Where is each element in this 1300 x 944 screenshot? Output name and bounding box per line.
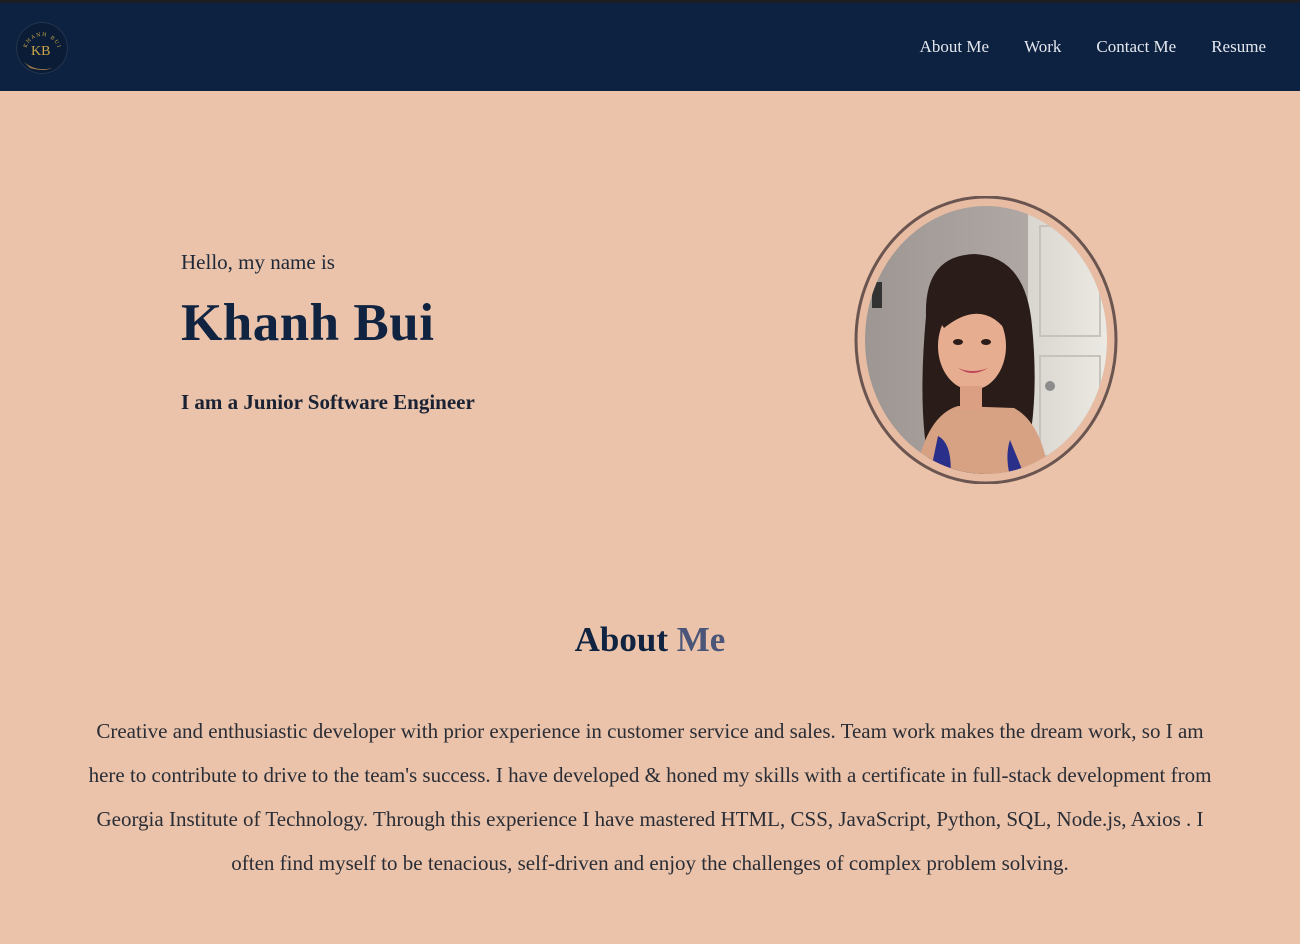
nav-link-work[interactable]: Work	[1024, 37, 1061, 57]
about-heading-main: About	[574, 620, 669, 659]
nav-link-resume[interactable]: Resume	[1211, 37, 1266, 57]
about-paragraph: Creative and enthusiastic developer with…	[88, 719, 1212, 875]
hero-greeting: Hello, my name is	[181, 250, 335, 274]
nav-link-about-me[interactable]: About Me	[920, 37, 989, 57]
about-heading-accent: Me	[676, 620, 726, 659]
nav-links: About Me Work Contact Me Resume	[920, 3, 1300, 91]
profile-photo	[854, 195, 1118, 485]
hero-role: I am a Junior Software Engineer	[181, 390, 475, 414]
nav-link-contact-me[interactable]: Contact Me	[1096, 37, 1176, 57]
hero-name: Khanh Bui	[181, 294, 435, 352]
about-heading: About Me	[0, 620, 1300, 660]
top-navbar: KHANH BUI KB About Me Work Contact Me Re…	[0, 3, 1300, 91]
logo-monogram: KB	[31, 44, 50, 59]
kb-monogram-logo[interactable]: KHANH BUI KB	[16, 22, 68, 74]
